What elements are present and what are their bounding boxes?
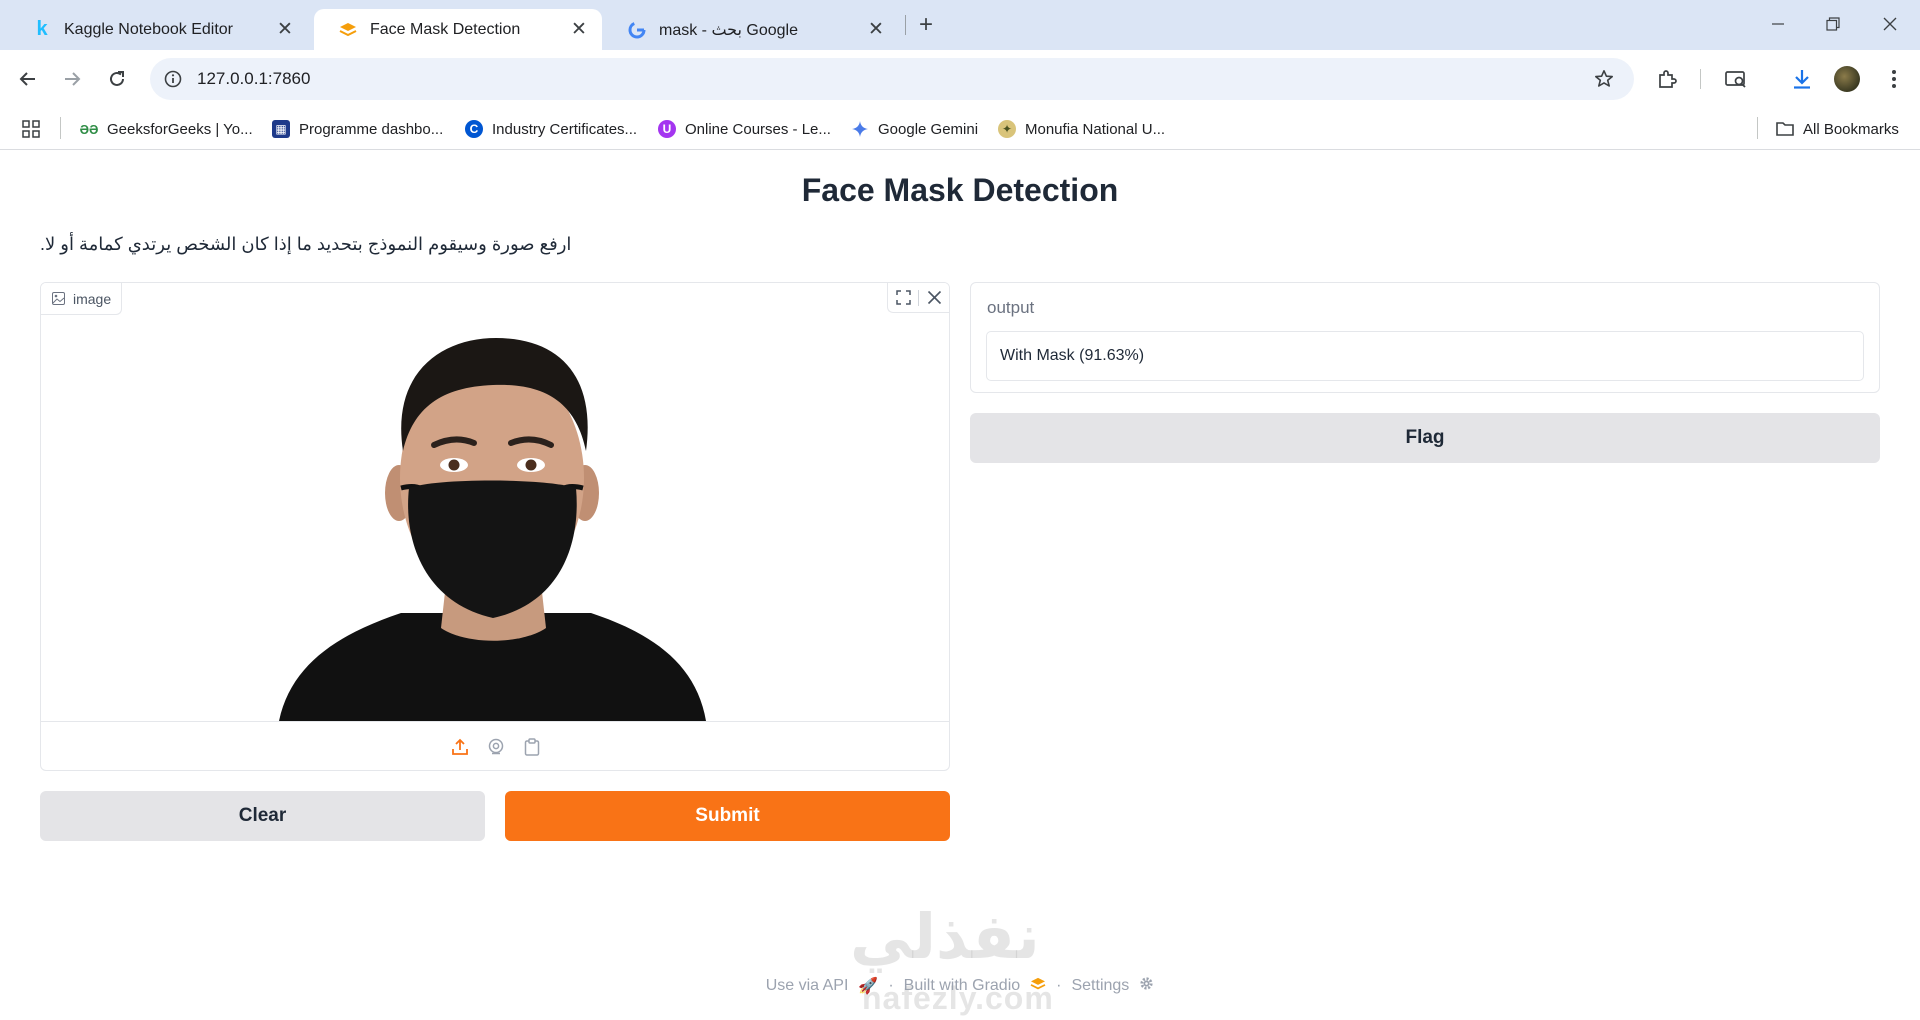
- download-icon[interactable]: [1786, 63, 1818, 95]
- tab-google-search[interactable]: mask - بحث Google ✕: [603, 9, 899, 50]
- close-window-icon[interactable]: [1872, 8, 1908, 40]
- output-textbox[interactable]: With Mask (91.63%): [986, 331, 1864, 381]
- bookmark-industry-certificates[interactable]: C Industry Certificates...: [465, 116, 637, 142]
- programme-icon: ▦: [272, 120, 290, 138]
- bookmark-label: Online Courses - Le...: [685, 120, 831, 138]
- upload-icon[interactable]: [449, 736, 471, 758]
- bookmark-star-icon[interactable]: [1592, 67, 1616, 91]
- browser-tab-strip: k Kaggle Notebook Editor ✕ Face Mask Det…: [0, 0, 1920, 50]
- output-panel: output With Mask (91.63%): [970, 282, 1880, 393]
- output-label: output: [987, 298, 1035, 317]
- gradio-logo-icon: [338, 20, 358, 40]
- image-label-badge: image: [41, 283, 123, 315]
- bookmark-google-gemini[interactable]: Google Gemini: [851, 116, 978, 142]
- tab-title: mask - بحث Google: [659, 21, 798, 39]
- tab-kaggle-notebook-editor[interactable]: k Kaggle Notebook Editor ✕: [8, 9, 308, 50]
- page-title: Face Mask Detection: [801, 172, 1119, 208]
- bookmark-monufia-university[interactable]: ✦ Monufia National U...: [998, 116, 1165, 142]
- restore-window-icon[interactable]: [1815, 8, 1851, 40]
- kaggle-k-icon: k: [36, 18, 48, 40]
- footer-separator: ·: [888, 977, 894, 994]
- watermark-logo: نفذلي: [850, 900, 1040, 973]
- reload-icon[interactable]: [99, 61, 135, 97]
- cast-search-icon[interactable]: [1720, 63, 1752, 95]
- bookmark-label: Programme dashbo...: [299, 120, 444, 138]
- close-tab-icon[interactable]: ✕: [865, 19, 887, 41]
- all-bookmarks-button[interactable]: All Bookmarks: [1776, 116, 1899, 142]
- toolbar-divider: [1700, 69, 1701, 89]
- tab-divider: [905, 15, 906, 35]
- clear-button[interactable]: Clear: [40, 791, 485, 841]
- gear-icon: [1139, 976, 1154, 996]
- use-via-api-link[interactable]: Use via API: [766, 977, 849, 995]
- university-icon: ✦: [998, 120, 1016, 138]
- bookmarks-divider: [60, 117, 61, 139]
- footer-separator: ·: [1056, 977, 1062, 994]
- menu-kebab-icon[interactable]: [1878, 63, 1910, 95]
- bookmark-label: Google Gemini: [878, 120, 979, 138]
- clipboard-icon[interactable]: [521, 736, 543, 758]
- tab-face-mask-detection[interactable]: Face Mask Detection ✕: [314, 9, 602, 50]
- image-input-panel[interactable]: image: [40, 282, 950, 771]
- address-bar[interactable]: 127.0.0.1:7860: [150, 58, 1634, 100]
- settings-link[interactable]: Settings: [1071, 977, 1129, 995]
- clear-image-icon[interactable]: [919, 283, 949, 313]
- profile-avatar[interactable]: [1834, 66, 1860, 92]
- bookmark-online-courses[interactable]: U Online Courses - Le...: [658, 116, 831, 142]
- uploaded-image: [41, 283, 949, 721]
- close-tab-icon[interactable]: ✕: [568, 19, 590, 41]
- bookmark-programme-dashboard[interactable]: ▦ Programme dashbo...: [272, 116, 443, 142]
- apps-grid-icon[interactable]: [22, 116, 40, 142]
- browser-toolbar: 127.0.0.1:7860: [0, 50, 1920, 108]
- gradio-logo-icon: [1030, 977, 1046, 996]
- bookmark-label: Industry Certificates...: [492, 120, 638, 138]
- gemini-icon: [851, 120, 869, 138]
- bookmarks-bar: ƏƏ GeeksforGeeks | Yo... ▦ Programme das…: [0, 108, 1920, 150]
- udemy-icon: U: [658, 120, 676, 138]
- gfg-icon: ƏƏ: [79, 121, 99, 137]
- flag-button[interactable]: Flag: [970, 413, 1880, 463]
- bookmark-label: Monufia National U...: [1025, 120, 1166, 138]
- webcam-icon[interactable]: [485, 736, 507, 758]
- fullscreen-icon[interactable]: [888, 283, 918, 313]
- image-source-selector: [41, 721, 949, 770]
- image-icon: [51, 292, 65, 306]
- footer: Use via API 🚀 · Built with Gradio · Sett…: [0, 976, 1920, 996]
- back-arrow-icon[interactable]: [10, 61, 46, 97]
- all-bookmarks-label: All Bookmarks: [1803, 120, 1899, 138]
- forward-arrow-icon[interactable]: [54, 61, 90, 97]
- close-tab-icon[interactable]: ✕: [274, 19, 296, 41]
- coursera-icon: C: [465, 120, 483, 138]
- bookmarks-divider: [1757, 117, 1758, 139]
- new-tab-button[interactable]: +: [912, 11, 940, 39]
- built-with-gradio-link[interactable]: Built with Gradio: [904, 977, 1021, 995]
- extensions-puzzle-icon[interactable]: [1651, 63, 1683, 95]
- folder-icon: [1776, 120, 1794, 138]
- submit-button[interactable]: Submit: [505, 791, 950, 841]
- tab-title: Face Mask Detection: [370, 20, 521, 38]
- site-info-icon[interactable]: [162, 68, 184, 90]
- app-description: ارفع صورة وسيقوم النموذج بتحديد ما إذا ك…: [40, 234, 572, 254]
- image-label: image: [73, 290, 112, 307]
- url-text[interactable]: 127.0.0.1:7860: [197, 69, 310, 89]
- bookmark-label: GeeksforGeeks | Yo...: [107, 120, 253, 138]
- tab-title: Kaggle Notebook Editor: [64, 20, 233, 38]
- minimize-window-icon[interactable]: [1760, 8, 1796, 40]
- bookmark-geeksforgeeks[interactable]: ƏƏ GeeksforGeeks | Yo...: [80, 116, 253, 142]
- google-g-icon: [627, 20, 647, 40]
- image-toolbar: [887, 283, 949, 313]
- rocket-icon: 🚀: [858, 978, 879, 995]
